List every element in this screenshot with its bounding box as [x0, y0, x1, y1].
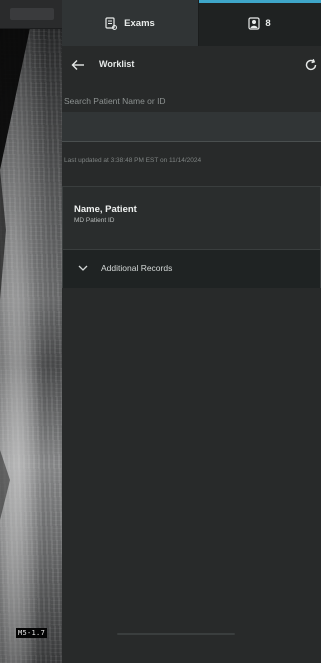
worklist-header: Worklist	[62, 50, 321, 80]
patient-icon	[248, 16, 260, 30]
tab-bar: Exams 8	[62, 0, 321, 46]
additional-records-toggle[interactable]: Additional Records	[63, 249, 320, 288]
search-label: Search Patient Name or ID	[64, 96, 166, 106]
refresh-button[interactable]	[300, 54, 321, 76]
app-root: M5-1.7 Exams 8 Worklist Search Patient N…	[0, 0, 321, 663]
tab-exams-label: Exams	[124, 17, 155, 29]
back-button[interactable]	[67, 54, 89, 76]
exam-list-icon	[105, 16, 118, 30]
patient-row[interactable]: Name, Patient MD Patient ID	[63, 187, 320, 249]
page-title: Worklist	[99, 59, 135, 69]
ultrasound-sector-edge	[0, 28, 30, 520]
ultrasound-toolbar-segment[interactable]	[10, 8, 54, 20]
arrow-left-icon	[71, 60, 84, 70]
patient-card: Name, Patient MD Patient ID Additional R…	[62, 186, 321, 288]
chevron-down-icon	[77, 263, 89, 273]
patient-name: Name, Patient	[74, 204, 137, 215]
last-updated-text: Last updated at 3:38:48 PM EST on 11/14/…	[64, 157, 202, 164]
ultrasound-toolbar	[0, 0, 62, 29]
worklist-panel: Exams 8 Worklist Search Patient Name or …	[62, 0, 321, 663]
tab-exams[interactable]: Exams	[62, 0, 199, 46]
additional-records-label: Additional Records	[101, 263, 173, 273]
search-input[interactable]	[62, 112, 321, 142]
refresh-icon	[305, 58, 317, 71]
depth-scale-label: M5-1.7	[16, 628, 48, 638]
ultrasound-image: M5-1.7	[0, 0, 62, 663]
patient-id: MD Patient ID	[74, 217, 115, 224]
tab-patients[interactable]: 8	[198, 0, 321, 46]
bottom-indicator	[117, 633, 235, 635]
patient-count: 8	[265, 17, 271, 29]
